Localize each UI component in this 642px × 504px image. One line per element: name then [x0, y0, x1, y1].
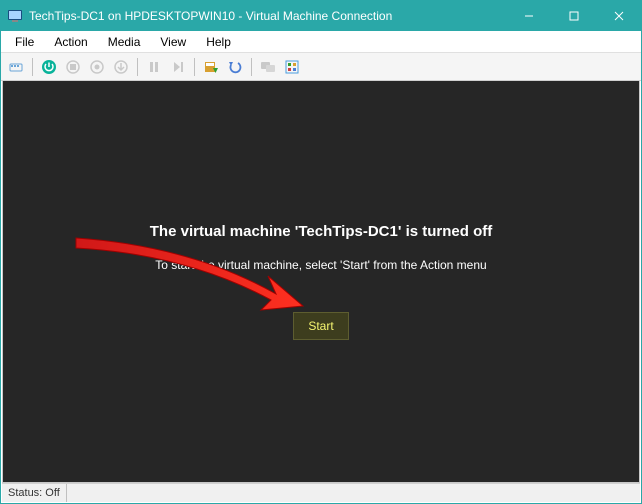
reset-vm-button[interactable]	[167, 56, 189, 78]
turnoff-vm-button[interactable]	[62, 56, 84, 78]
toolbar	[1, 53, 641, 81]
app-icon	[7, 8, 23, 24]
save-vm-button[interactable]	[110, 56, 132, 78]
menu-action[interactable]: Action	[44, 33, 97, 51]
start-vm-button[interactable]	[38, 56, 60, 78]
minimize-button[interactable]	[506, 1, 551, 31]
status-label: Status: Off	[2, 484, 67, 502]
window-title: TechTips-DC1 on HPDESKTOPWIN10 - Virtual…	[29, 9, 506, 23]
statusbar: Status: Off	[2, 483, 640, 502]
enhanced-session-button[interactable]	[257, 56, 279, 78]
menu-help[interactable]: Help	[196, 33, 241, 51]
vm-status-subtext: To start the virtual machine, select 'St…	[155, 258, 486, 272]
window-controls	[506, 1, 641, 31]
menu-file[interactable]: File	[5, 33, 44, 51]
checkpoint-button[interactable]	[200, 56, 222, 78]
close-button[interactable]	[596, 1, 641, 31]
toolbar-separator	[251, 58, 252, 76]
toolbar-separator	[137, 58, 138, 76]
menubar: File Action Media View Help	[1, 31, 641, 53]
pause-vm-button[interactable]	[143, 56, 165, 78]
menu-view[interactable]: View	[150, 33, 196, 51]
revert-button[interactable]	[224, 56, 246, 78]
maximize-button[interactable]	[551, 1, 596, 31]
toolbar-separator	[194, 58, 195, 76]
shutdown-vm-button[interactable]	[86, 56, 108, 78]
vm-viewport: The virtual machine 'TechTips-DC1' is tu…	[2, 81, 640, 483]
titlebar: TechTips-DC1 on HPDESKTOPWIN10 - Virtual…	[1, 1, 641, 31]
ctrl-alt-del-button[interactable]	[5, 56, 27, 78]
start-button[interactable]: Start	[293, 312, 348, 340]
share-button[interactable]	[281, 56, 303, 78]
vm-status-heading: The virtual machine 'TechTips-DC1' is tu…	[150, 223, 492, 240]
menu-media[interactable]: Media	[98, 33, 151, 51]
toolbar-separator	[32, 58, 33, 76]
